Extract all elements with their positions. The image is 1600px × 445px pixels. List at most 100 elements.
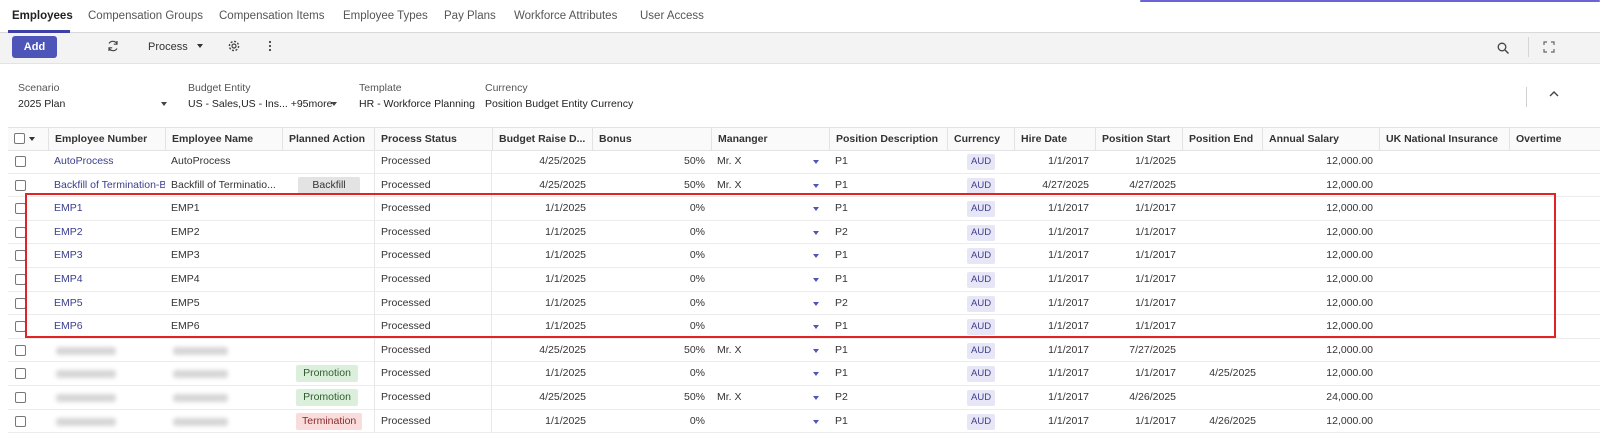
position-end-cell[interactable] — [1182, 244, 1262, 267]
chevron-down-icon[interactable] — [29, 137, 35, 141]
budget-raise-date-cell[interactable]: 1/1/2025 — [492, 221, 592, 244]
currency-cell[interactable]: AUD — [961, 197, 1018, 220]
manager-cell[interactable] — [711, 292, 809, 315]
row-checkbox[interactable] — [15, 344, 26, 356]
bonus-cell[interactable]: 0% — [592, 292, 711, 315]
currency-cell[interactable]: AUD — [961, 268, 1018, 291]
annual-salary-cell[interactable]: 12,000.00 — [1262, 150, 1379, 173]
col-position-end[interactable]: Position End — [1182, 128, 1262, 150]
annual-salary-cell[interactable]: 12,000.00 — [1262, 410, 1379, 433]
chevron-down-icon[interactable] — [813, 207, 819, 212]
currency-cell[interactable]: AUD — [961, 244, 1018, 267]
table-row[interactable]: Termination Processed 1/1/2025 0% P1 AUD 1/1/2… — [8, 409, 1600, 434]
employee-number-cell[interactable]: AutoProcess — [48, 150, 165, 173]
currency-cell[interactable]: AUD — [961, 150, 1018, 173]
budget-entity-select[interactable]: US - Sales,US - Ins... +95more — [188, 98, 332, 110]
bonus-cell[interactable]: 0% — [592, 221, 711, 244]
position-description-cell[interactable]: P1 — [829, 244, 947, 267]
col-position-description[interactable]: Position Description — [829, 128, 947, 150]
tab-compensation-items[interactable]: Compensation Items — [219, 10, 324, 22]
chevron-down-icon[interactable] — [813, 230, 819, 235]
table-row[interactable]: Promotion Processed 4/25/2025 50% Mr. X P2 AUD… — [8, 386, 1600, 410]
employee-number-cell[interactable]: EMP4 — [48, 268, 165, 291]
annual-salary-cell[interactable]: 12,000.00 — [1262, 268, 1379, 291]
col-budget-raise-date[interactable]: Budget Raise D... — [492, 128, 592, 150]
select-all-checkbox[interactable] — [14, 133, 25, 144]
col-bonus[interactable]: Bonus — [592, 128, 711, 150]
manager-cell[interactable] — [711, 244, 809, 267]
chevron-down-icon[interactable] — [813, 160, 819, 164]
col-employee-name[interactable]: Employee Name — [165, 128, 282, 150]
row-checkbox[interactable] — [15, 179, 26, 191]
table-row[interactable]: EMP2 EMP2 Processed 1/1/2025 0% P2 AUD 1/1/2017… — [8, 220, 1600, 245]
hire-date-cell[interactable]: 1/1/2017 — [1014, 150, 1095, 173]
bonus-cell[interactable]: 0% — [592, 410, 711, 433]
bonus-cell[interactable]: 0% — [592, 244, 711, 267]
employee-number-cell[interactable]: EMP1 — [48, 197, 165, 220]
hire-date-cell[interactable]: 1/1/2017 — [1014, 339, 1095, 362]
position-description-cell[interactable]: P1 — [829, 315, 947, 338]
more-vertical-icon[interactable] — [263, 39, 277, 53]
template-select[interactable]: HR - Workforce Planning — [359, 98, 475, 110]
annual-salary-cell[interactable]: 12,000.00 — [1262, 244, 1379, 267]
tab-pay-plans[interactable]: Pay Plans — [444, 10, 496, 22]
annual-salary-cell[interactable]: 24,000.00 — [1262, 386, 1379, 409]
budget-raise-date-cell[interactable]: 1/1/2025 — [492, 410, 592, 433]
currency-cell[interactable]: AUD — [961, 362, 1018, 385]
chevron-down-icon[interactable] — [813, 301, 819, 306]
bonus-cell[interactable]: 50% — [592, 339, 711, 362]
chevron-down-icon[interactable] — [813, 278, 819, 282]
hire-date-cell[interactable]: 1/1/2017 — [1014, 315, 1095, 338]
annual-salary-cell[interactable]: 12,000.00 — [1262, 197, 1379, 220]
currency-cell[interactable]: AUD — [961, 315, 1018, 338]
col-process-status[interactable]: Process Status — [374, 128, 492, 150]
hire-date-cell[interactable]: 1/1/2017 — [1014, 268, 1095, 291]
currency-cell[interactable]: AUD — [961, 410, 1018, 433]
row-checkbox[interactable] — [15, 203, 26, 215]
employee-number-cell[interactable]: EMP2 — [48, 221, 165, 244]
table-row[interactable]: AutoProcess AutoProcess Processed 4/25/2025… — [8, 150, 1600, 174]
hire-date-cell[interactable]: 1/1/2017 — [1014, 292, 1095, 315]
budget-raise-date-cell[interactable]: 1/1/2025 — [492, 268, 592, 291]
currency-cell[interactable]: AUD — [961, 174, 1018, 197]
position-end-cell[interactable] — [1182, 315, 1262, 338]
manager-cell[interactable]: Mr. X — [711, 386, 809, 409]
col-currency[interactable]: Currency — [947, 128, 1014, 150]
position-description-cell[interactable]: P1 — [829, 150, 947, 173]
position-start-cell[interactable]: 1/1/2017 — [1095, 292, 1182, 315]
employee-number-cell[interactable]: EMP5 — [48, 292, 165, 315]
manager-cell[interactable]: Mr. X — [711, 339, 809, 362]
position-description-cell[interactable]: P1 — [829, 268, 947, 291]
position-description-cell[interactable]: P1 — [829, 362, 947, 385]
manager-cell[interactable]: Mr. X — [711, 174, 809, 197]
position-end-cell[interactable] — [1182, 221, 1262, 244]
chevron-down-icon[interactable] — [813, 325, 819, 330]
process-dropdown[interactable]: Process — [148, 41, 203, 53]
position-start-cell[interactable]: 1/1/2017 — [1095, 410, 1182, 433]
col-uk-national-insurance[interactable]: UK National Insurance — [1379, 128, 1509, 150]
manager-cell[interactable] — [711, 197, 809, 220]
position-description-cell[interactable]: P2 — [829, 386, 947, 409]
position-description-cell[interactable]: P2 — [829, 221, 947, 244]
budget-raise-date-cell[interactable]: 1/1/2025 — [492, 315, 592, 338]
manager-cell[interactable] — [711, 315, 809, 338]
row-checkbox[interactable] — [15, 392, 26, 403]
refresh-icon[interactable] — [106, 39, 120, 53]
currency-cell[interactable]: AUD — [961, 292, 1018, 315]
annual-salary-cell[interactable]: 12,000.00 — [1262, 315, 1379, 338]
manager-cell[interactable]: Mr. X — [711, 150, 809, 173]
position-start-cell[interactable]: 4/27/2025 — [1095, 174, 1182, 197]
chevron-down-icon[interactable] — [813, 183, 819, 188]
hire-date-cell[interactable]: 1/1/2017 — [1014, 221, 1095, 244]
bonus-cell[interactable]: 0% — [592, 362, 711, 385]
header-select-all[interactable] — [8, 128, 48, 150]
col-position-start[interactable]: Position Start — [1095, 128, 1182, 150]
col-planned-action[interactable]: Planned Action — [282, 128, 374, 150]
add-button[interactable]: Add — [12, 36, 57, 58]
table-row[interactable]: EMP5 EMP5 Processed 1/1/2025 0% P2 AUD 1/1/2017… — [8, 291, 1600, 316]
col-annual-salary[interactable]: Annual Salary — [1262, 128, 1379, 150]
table-row[interactable]: EMP6 EMP6 Processed 1/1/2025 0% P1 AUD 1/1/2017… — [8, 315, 1600, 339]
position-end-cell[interactable] — [1182, 197, 1262, 220]
annual-salary-cell[interactable]: 12,000.00 — [1262, 221, 1379, 244]
chevron-down-icon[interactable] — [161, 102, 167, 106]
